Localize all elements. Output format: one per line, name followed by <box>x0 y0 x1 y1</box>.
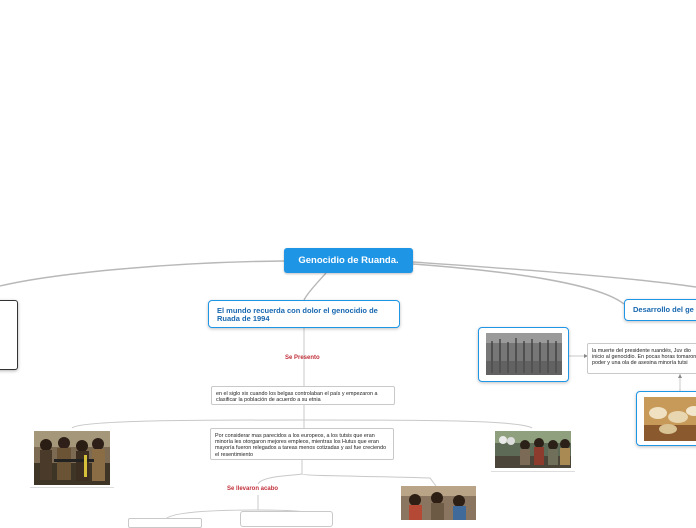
link-label-se-llevaron-acabo[interactable]: Se llevaron acabo <box>227 486 278 492</box>
connector-root-left-offscreen <box>0 260 285 287</box>
link-label-se-presento[interactable]: Se Presento <box>285 355 320 361</box>
connector-bottom-photo <box>301 460 437 487</box>
root-topic[interactable]: Genocidio de Ruanda. <box>284 248 413 273</box>
left-main-topic[interactable]: El mundo recuerda con dolor el genocidio… <box>208 300 400 328</box>
image-node-right[interactable] <box>491 428 575 472</box>
image-node-right-bottom-frame[interactable] <box>636 391 696 446</box>
photo-bw-camp <box>486 333 562 375</box>
connector-root-right-offscreen <box>412 261 696 288</box>
offscreen-left-node[interactable] <box>0 300 18 370</box>
right-main-topic[interactable]: Desarrollo del ge <box>624 299 696 321</box>
photo-people-bottom <box>401 486 476 520</box>
subtopic-muerte-presidente[interactable]: la muerte del presidente ruandés, Juv di… <box>587 343 696 374</box>
photo-crowd-left <box>34 431 110 485</box>
photo-remains <box>644 397 696 441</box>
subtopic-siglo-xix[interactable]: en el siglo xix cuando los belgas contro… <box>211 386 395 405</box>
image-node-left[interactable] <box>30 428 114 488</box>
connector-se-llevaron <box>257 473 303 485</box>
connector-root-left-main <box>303 272 327 301</box>
image-node-right-frame[interactable] <box>478 327 569 382</box>
connector-left-photo <box>71 419 305 429</box>
photo-crowd-right <box>495 431 571 468</box>
subtopic-tutsis-hutus[interactable]: Por considerar mas parecidos a los europ… <box>210 428 394 460</box>
connector-right-photo <box>303 419 533 429</box>
arrow-head-up <box>678 374 682 378</box>
mind-map-canvas[interactable]: Genocidio de Ruanda. El mundo recuerda c… <box>0 0 696 528</box>
subtopic-bottom-right-cut[interactable] <box>240 511 333 527</box>
image-node-bottom[interactable] <box>401 486 476 526</box>
